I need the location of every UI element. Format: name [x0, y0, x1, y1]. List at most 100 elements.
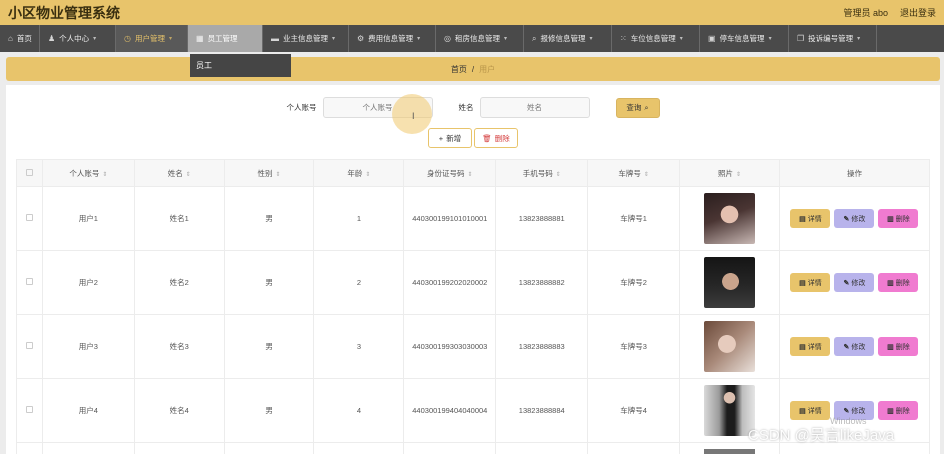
search-button[interactable]: 查询 ⌕: [615, 97, 660, 118]
chevron-down-icon: ▾: [417, 36, 421, 42]
nav-user-management[interactable]: ◷ 用户管理 ▾: [116, 25, 188, 52]
name-label: 姓名: [458, 103, 474, 112]
user-icon: ♟: [48, 34, 56, 43]
col-photo: 照片 ⇕: [679, 159, 780, 187]
action-bar: + 新增 🗑 删除: [6, 128, 940, 148]
car-icon: ▣: [708, 34, 716, 43]
col-id-number[interactable]: 身份证号码 ⇕: [403, 159, 497, 187]
col-phone[interactable]: 手机号码 ⇕: [495, 159, 589, 187]
apps-icon: ⁙: [620, 34, 627, 43]
nav-fee-info[interactable]: ⚙ 费用信息管理 ▾: [349, 25, 436, 52]
logout-link[interactable]: 退出登录: [900, 6, 936, 19]
add-button[interactable]: + 新增: [428, 128, 472, 148]
nav-label: 停车信息管理: [719, 34, 765, 43]
edit-button[interactable]: ✎ 修改: [834, 209, 875, 228]
chevron-down-icon: ▾: [768, 36, 772, 42]
cell-phone: 13823888884: [495, 378, 589, 443]
copy-icon: ❐: [797, 34, 805, 43]
edit-button[interactable]: ✎ 修改: [834, 337, 875, 356]
sort-icon: ⇕: [735, 171, 742, 178]
delete-button[interactable]: ▥ 删除: [878, 401, 919, 420]
chevron-down-icon: ▾: [93, 36, 97, 42]
col-gender[interactable]: 性别 ⇕: [223, 159, 315, 187]
nav-label: 首页: [16, 34, 32, 43]
detail-button[interactable]: ▤ 详情: [790, 337, 831, 356]
top-nav: ⌂ 首页 ♟ 个人中心 ▾ ◷ 用户管理 ▾ ▦ 员工管理 ▬ 业主信息管理 ▾…: [0, 25, 944, 52]
nav-label: 个人中心: [59, 34, 90, 43]
nav-complaint-info[interactable]: ❐ 投诉编号管理 ▾: [789, 25, 877, 52]
nav-repair-info[interactable]: ⌕ 报修信息管理 ▾: [524, 25, 612, 52]
detail-button[interactable]: ▤ 详情: [790, 273, 831, 292]
nav-label: 业主信息管理: [283, 34, 328, 43]
pencil-icon: ✎: [843, 279, 850, 287]
col-account[interactable]: 个人账号 ⇕: [41, 159, 135, 187]
document-icon: ▤: [799, 407, 806, 415]
compass-icon: ◎: [444, 34, 451, 43]
document-icon: ▤: [799, 343, 806, 351]
gear-icon: ⚙: [357, 34, 365, 43]
nav-label: 用户管理: [134, 34, 165, 43]
nav-label: 租房信息管理: [454, 34, 500, 43]
app-title: 小区物业管理系统: [8, 4, 120, 21]
chevron-down-icon: ▾: [168, 36, 172, 42]
trash-icon: ▥: [887, 343, 894, 351]
name-search-input[interactable]: [479, 97, 590, 118]
app-header: 小区物业管理系统 管理员 abo 退出登录: [0, 0, 944, 25]
nav-rental-info[interactable]: ◎ 租房信息管理 ▾: [436, 25, 524, 52]
detail-button[interactable]: ▤ 详情: [790, 401, 831, 420]
row-checkbox[interactable]: [16, 250, 43, 315]
col-plate[interactable]: 车牌号 ⇕: [587, 159, 681, 187]
cell-age: 3: [313, 314, 405, 379]
delete-button-label: 删除: [494, 133, 510, 143]
main-panel: 个人账号 姓名 查询 ⌕ I + 新增 🗑 删除 个人账号⇕ 姓名⇕: [6, 85, 940, 454]
table-row: 用户1 姓名1 男 1 440300199101010001 138238888…: [16, 186, 931, 251]
row-checkbox[interactable]: [16, 314, 43, 379]
nav-parking-info[interactable]: ▣ 停车信息管理 ▾: [700, 25, 789, 52]
delete-button[interactable]: ▥ 删除: [878, 209, 919, 228]
nav-dropdown-item-staff[interactable]: 员工: [190, 54, 291, 77]
nav-home[interactable]: ⌂ 首页: [0, 25, 40, 52]
grid-icon: ▦: [196, 34, 204, 43]
sort-icon: ⇕: [102, 171, 108, 178]
cell-id-number: 440300199101010001: [403, 186, 497, 251]
search-bar: 个人账号 姓名 查询 ⌕: [6, 97, 940, 118]
clock-icon: ◷: [124, 34, 131, 43]
trash-icon: ▥: [887, 279, 894, 287]
col-age[interactable]: 年龄 ⇕: [313, 159, 405, 187]
search-icon: ⌕: [532, 33, 537, 43]
nav-label: 报修信息管理: [540, 34, 586, 43]
row-checkbox[interactable]: [16, 378, 43, 443]
col-name[interactable]: 姓名 ⇕: [133, 159, 225, 187]
edit-button[interactable]: ✎ 修改: [834, 273, 875, 292]
delete-button[interactable]: ▥ 删除: [878, 273, 919, 292]
batch-delete-button[interactable]: 🗑 删除: [474, 128, 518, 148]
search-icon: ⌕: [644, 102, 649, 112]
col-operations: 操作: [778, 159, 931, 187]
chevron-down-icon: ▾: [503, 36, 507, 42]
user-photo: [704, 193, 755, 244]
breadcrumb-separator: /: [471, 64, 475, 74]
nav-owner-info[interactable]: ▬ 业主信息管理 ▾: [263, 25, 349, 52]
user-photo: [704, 321, 755, 372]
home-icon: ⌂: [8, 34, 13, 43]
cell-plate: 车牌号4: [587, 378, 681, 443]
nav-parking-space-info[interactable]: ⁙ 车位信息管理 ▾: [612, 25, 700, 52]
nav-label: 车位信息管理: [630, 34, 676, 43]
cell-account: 用户1: [41, 186, 135, 251]
row-checkbox[interactable]: [16, 186, 43, 251]
cell-gender: 男: [223, 314, 315, 379]
dropdown-item-label: 员工: [196, 61, 212, 70]
sort-icon: ⇕: [185, 171, 191, 178]
trash-icon: ▥: [887, 407, 894, 415]
cell-account: 用户4: [41, 378, 135, 443]
breadcrumb-home[interactable]: 首页: [451, 64, 467, 75]
detail-button[interactable]: ▤ 详情: [790, 209, 831, 228]
chevron-down-icon: ▾: [679, 36, 683, 42]
nav-personal-center[interactable]: ♟ 个人中心 ▾: [40, 25, 116, 52]
cell-age: 4: [313, 378, 405, 443]
nav-staff-management[interactable]: ▦ 员工管理: [188, 25, 263, 52]
add-button-label: 新增: [446, 133, 462, 143]
delete-button[interactable]: ▥ 删除: [878, 337, 919, 356]
select-all-checkbox[interactable]: [16, 159, 43, 187]
account-label: 个人账号: [286, 103, 317, 112]
